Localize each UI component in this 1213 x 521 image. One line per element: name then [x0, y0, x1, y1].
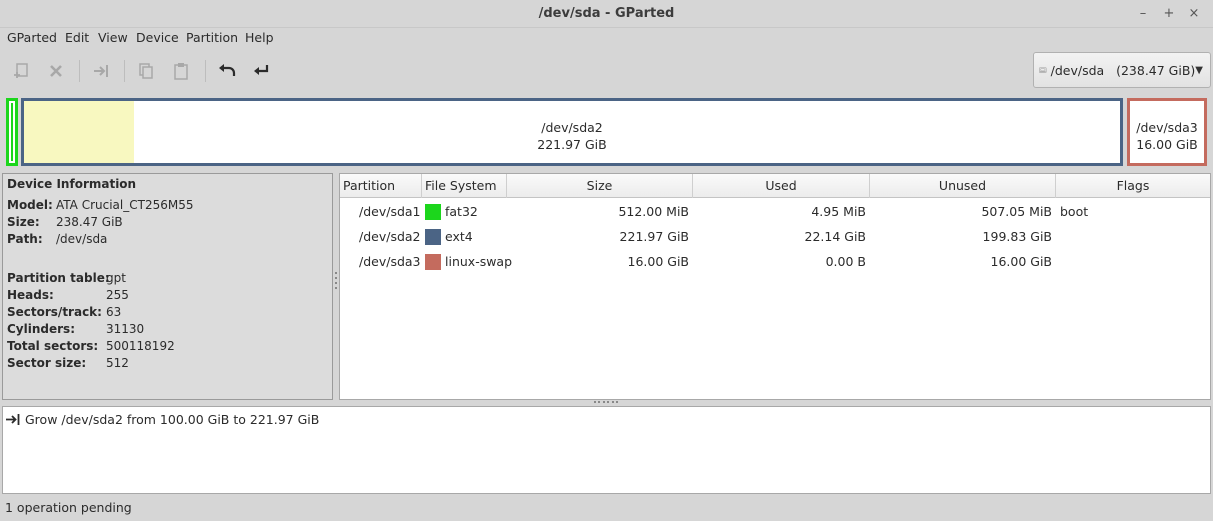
fs-color-swatch: [425, 204, 441, 220]
info-value: gpt: [106, 271, 126, 285]
paste-icon: [174, 63, 188, 80]
cell-used: 0.00 B: [825, 254, 866, 269]
paste-button[interactable]: [167, 58, 195, 84]
info-key: Model:: [7, 198, 53, 212]
column-header-flags[interactable]: Flags: [1056, 174, 1210, 198]
sda3-name: /dev/sda3: [1136, 120, 1198, 135]
partition-table: Partition File System Size Used Unused F…: [339, 173, 1211, 400]
column-header-size[interactable]: Size: [507, 174, 693, 198]
cell-unused: 507.05 MiB: [981, 204, 1052, 219]
info-value: 63: [106, 305, 122, 319]
undo-button[interactable]: [213, 58, 241, 84]
info-value: /dev/sda: [56, 232, 108, 246]
status-text: 1 operation pending: [5, 500, 132, 515]
apply-button[interactable]: [248, 58, 276, 84]
cell-partition: /dev/sda3: [359, 254, 421, 269]
cell-filesystem: linux-swap: [445, 254, 513, 269]
table-header: Partition File System Size Used Unused F…: [340, 174, 1210, 198]
info-key: Path:: [7, 232, 43, 246]
chevron-down-icon: ▼: [1195, 64, 1203, 76]
table-row[interactable]: /dev/sda1 fat32 512.00 MiB 4.95 MiB 507.…: [340, 199, 1210, 224]
fs-color-swatch: [425, 229, 441, 245]
menu-device[interactable]: Device: [136, 30, 179, 45]
info-value: 512: [106, 356, 129, 370]
info-value: 31130: [106, 322, 145, 336]
device-selector[interactable]: /dev/sda (238.47 GiB) ▼: [1033, 52, 1211, 88]
device-info-panel: Device Information Model: ATA Crucial_CT…: [2, 173, 333, 400]
sda3-size: 16.00 GiB: [1136, 137, 1198, 152]
menu-gparted[interactable]: GParted: [7, 30, 57, 45]
copy-icon: [139, 63, 153, 79]
column-header-unused[interactable]: Unused: [870, 174, 1056, 198]
column-header-partition[interactable]: Partition: [340, 174, 422, 198]
cell-used: 4.95 MiB: [811, 204, 866, 219]
info-value: 500118192: [106, 339, 175, 353]
table-row[interactable]: /dev/sda3 linux-swap 16.00 GiB 0.00 B 16…: [340, 249, 1210, 274]
window-title: /dev/sda - GParted: [538, 6, 675, 21]
disk-map-sda3[interactable]: /dev/sda3 16.00 GiB: [1127, 98, 1207, 166]
menu-partition[interactable]: Partition: [186, 30, 238, 45]
maximize-button[interactable]: +: [1160, 5, 1178, 23]
disk-map: /dev/sda2 221.97 GiB /dev/sda3 16.00 GiB: [4, 96, 1209, 168]
menu-bar: GParted Edit View Device Partition Help: [0, 28, 1213, 48]
copy-button[interactable]: [132, 58, 160, 84]
new-partition-button[interactable]: [7, 58, 35, 84]
menu-view[interactable]: View: [98, 30, 128, 45]
pane-splitter-horizontal[interactable]: [594, 401, 618, 405]
info-value: 238.47 GiB: [56, 215, 123, 229]
info-key: Size:: [7, 215, 40, 229]
sda2-name: /dev/sda2: [541, 120, 603, 135]
operation-text: Grow /dev/sda2 from 100.00 GiB to 221.97…: [25, 412, 320, 427]
status-bar: 1 operation pending: [0, 494, 1213, 521]
resize-move-button[interactable]: [87, 58, 115, 84]
column-header-filesystem[interactable]: File System: [422, 174, 507, 198]
delete-icon: [50, 65, 62, 77]
delete-partition-button[interactable]: [42, 58, 70, 84]
menu-help[interactable]: Help: [245, 30, 274, 45]
pane-splitter-vertical[interactable]: [334, 272, 338, 300]
cell-size: 512.00 MiB: [618, 204, 689, 219]
toolbar: [0, 50, 1213, 94]
cell-used: 22.14 GiB: [804, 229, 867, 244]
info-value: ATA Crucial_CT256M55: [56, 198, 194, 212]
title-bar: /dev/sda - GParted – + ×: [0, 0, 1213, 28]
undo-icon: [219, 64, 236, 76]
disk-map-sda2[interactable]: /dev/sda2 221.97 GiB: [21, 98, 1123, 166]
menu-edit[interactable]: Edit: [65, 30, 89, 45]
new-partition-icon: [14, 63, 28, 78]
device-selector-label: /dev/sda (238.47 GiB): [1050, 62, 1196, 78]
cell-flags: boot: [1060, 204, 1089, 219]
column-header-used[interactable]: Used: [693, 174, 870, 198]
cell-partition: /dev/sda2: [359, 229, 421, 244]
info-key: Total sectors:: [7, 339, 99, 353]
operation-item[interactable]: Grow /dev/sda2 from 100.00 GiB to 221.97…: [5, 412, 319, 427]
resize-icon: [94, 65, 108, 77]
resize-icon: [6, 414, 20, 425]
cell-filesystem: fat32: [445, 204, 478, 219]
info-key: Cylinders:: [7, 322, 75, 336]
cell-filesystem: ext4: [445, 229, 473, 244]
info-key: Heads:: [7, 288, 54, 302]
close-button[interactable]: ×: [1185, 5, 1203, 23]
fs-color-swatch: [425, 254, 441, 270]
cell-unused: 16.00 GiB: [990, 254, 1053, 269]
hard-disk-icon: [1039, 67, 1047, 73]
table-row[interactable]: /dev/sda2 ext4 221.97 GiB 22.14 GiB 199.…: [340, 224, 1210, 249]
device-info-heading: Device Information: [7, 177, 137, 191]
info-key: Sector size:: [7, 356, 87, 370]
info-key: Partition table:: [7, 271, 110, 285]
apply-icon: [254, 65, 269, 75]
cell-size: 16.00 GiB: [627, 254, 690, 269]
pending-operations-list: Grow /dev/sda2 from 100.00 GiB to 221.97…: [2, 406, 1211, 494]
cell-partition: /dev/sda1: [359, 204, 421, 219]
info-key: Sectors/track:: [7, 305, 102, 319]
cell-size: 221.97 GiB: [619, 229, 689, 244]
disk-map-sda1[interactable]: [6, 98, 18, 166]
info-value: 255: [106, 288, 129, 302]
cell-unused: 199.83 GiB: [982, 229, 1052, 244]
sda2-size: 221.97 GiB: [537, 137, 607, 152]
minimize-button[interactable]: –: [1134, 5, 1152, 23]
